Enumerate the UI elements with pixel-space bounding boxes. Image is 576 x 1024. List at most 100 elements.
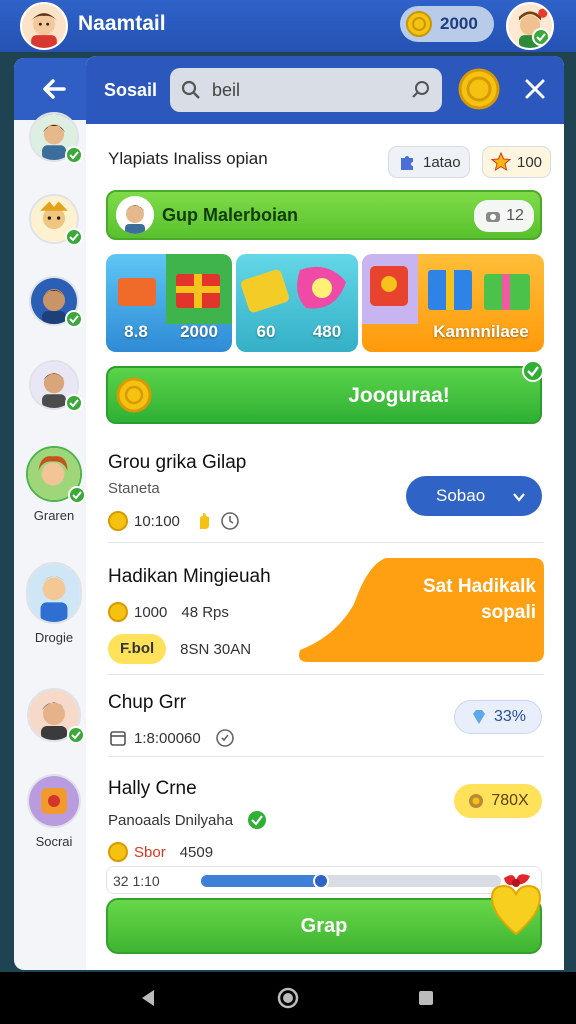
divider [108, 674, 544, 675]
group-tag: Sbor [134, 843, 166, 861]
friend-avatar [27, 774, 81, 828]
friend-avatar[interactable] [506, 2, 554, 50]
group-select-dropdown[interactable]: Sobao [406, 476, 542, 516]
group-title: Grou grika Gilap [108, 452, 247, 473]
medal-icon [469, 794, 484, 808]
sidebar-item-label: Graren [33, 508, 75, 523]
user-avatar[interactable] [20, 2, 68, 50]
gem-percent-badge[interactable]: 33% [454, 700, 542, 734]
coin-balance[interactable]: 2000 [400, 6, 494, 42]
coin-shop-icon[interactable] [458, 68, 500, 110]
grap-button[interactable]: Grap [106, 898, 542, 954]
online-check-icon [65, 146, 83, 164]
friend-avatar [26, 446, 86, 504]
chevron-down-icon [513, 493, 525, 502]
coin-icon [108, 842, 128, 862]
coin-icon [406, 11, 432, 37]
search-input[interactable] [212, 79, 392, 101]
sidebar-item[interactable] [14, 112, 94, 168]
gift-box-icon [118, 254, 232, 324]
camera-icon [486, 212, 501, 222]
group-extra: 8SN 30AN [180, 640, 252, 658]
reward-card[interactable]: 60 480 [236, 254, 358, 352]
reward-percent-badge[interactable]: 780X [454, 784, 542, 818]
top-bar: Naamtail 2000 [0, 0, 576, 52]
search-bar[interactable] [170, 68, 442, 112]
star-chip-label: 100 [517, 153, 543, 171]
username: Naamtail [78, 12, 166, 35]
gift-bundle-icon [362, 254, 530, 324]
reward-card[interactable]: Kamnnilaee [362, 254, 544, 352]
coin-balance-value: 2000 [440, 14, 478, 33]
star-chip[interactable]: 100 [482, 146, 552, 178]
online-check-icon [68, 486, 86, 504]
filter-chip-label: 1atao [423, 153, 461, 171]
search-submit-icon[interactable] [410, 79, 432, 101]
panel-header: Sosail [86, 56, 564, 124]
timer-icon [221, 512, 239, 530]
check-icon [522, 360, 544, 382]
friend-avatar [29, 360, 83, 412]
reward-value: Kamnnilaee [433, 322, 529, 341]
member-count-badge: 12 [474, 200, 534, 232]
close-icon[interactable] [522, 76, 548, 102]
sidebar-item[interactable] [14, 194, 94, 250]
star-icon [491, 152, 511, 172]
sidebar-item-label: Socrai [35, 834, 73, 849]
progress-fill [201, 875, 321, 887]
group-avatar [116, 196, 154, 234]
search-icon [181, 80, 200, 99]
hand-icon [199, 513, 209, 529]
heart-gift-icon[interactable] [486, 870, 546, 938]
online-check-icon [532, 28, 550, 46]
online-check-icon [65, 228, 83, 246]
reward-value: 60 [256, 322, 276, 341]
join-button[interactable]: Jooguraa! [106, 360, 544, 424]
filter-chip[interactable]: 1atao [388, 146, 470, 178]
sidebar-item[interactable] [14, 360, 94, 416]
group-coins: 1000 [134, 603, 168, 621]
nav-home-icon[interactable] [276, 986, 300, 1010]
reward-value: 480 [312, 322, 342, 341]
group-meta: Sbor 4509 [108, 842, 548, 862]
ticket-icon [241, 266, 346, 313]
puzzle-icon [401, 156, 413, 170]
friends-sidebar: Graren Drogie Socrai [14, 58, 94, 970]
coin-icon [108, 602, 128, 622]
progress-track[interactable] [201, 873, 501, 889]
sidebar-item-socrai[interactable]: Socrai [14, 774, 94, 849]
hadikalk-button-label: Sat Hadikalk sopali [366, 574, 536, 626]
sidebar-item-graren[interactable]: Graren [14, 446, 94, 523]
group-tag[interactable]: F.bol [108, 634, 167, 664]
verified-icon [248, 811, 267, 829]
gem-icon [472, 710, 485, 724]
friend-avatar [27, 688, 85, 744]
group-leader-title: Gup Malerboian [162, 205, 299, 225]
section-header: Ylapiats Inaliss opian 1atao 100 [108, 146, 552, 182]
back-button[interactable] [14, 58, 94, 120]
nav-back-icon[interactable] [136, 986, 160, 1010]
friend-avatar [29, 112, 83, 164]
hadikalk-button[interactable]: Sat Hadikalk sopali [296, 556, 544, 664]
sidebar-item-drogie[interactable]: Drogie [14, 562, 94, 645]
reward-value: 2000 [180, 322, 218, 341]
group-leader-bar[interactable]: Gup Malerboian 12 [106, 190, 542, 240]
hadikalk-line-2: sopali [481, 602, 536, 623]
nav-recents-icon[interactable] [414, 986, 438, 1010]
social-panel: Sosail Ylapiats Inaliss opian 1atao 100 … [86, 56, 564, 970]
member-count: 12 [506, 207, 524, 224]
sidebar-item[interactable] [14, 276, 94, 332]
divider [108, 756, 544, 757]
group-stat: 4509 [179, 843, 214, 861]
reward-card[interactable]: 8.8 2000 [106, 254, 232, 352]
group-coins: 10:100 [134, 512, 180, 530]
progress-knob[interactable] [313, 873, 329, 889]
gem-percent: 33% [493, 708, 527, 725]
friend-avatar [29, 276, 83, 328]
timer-icon [215, 729, 234, 747]
online-check-icon [65, 394, 83, 412]
sidebar-item[interactable] [14, 688, 94, 748]
panel-title: Sosail [104, 80, 158, 100]
hadikalk-line-1: Sat Hadikalk [423, 576, 536, 597]
grap-button-label: Grap [300, 914, 348, 937]
